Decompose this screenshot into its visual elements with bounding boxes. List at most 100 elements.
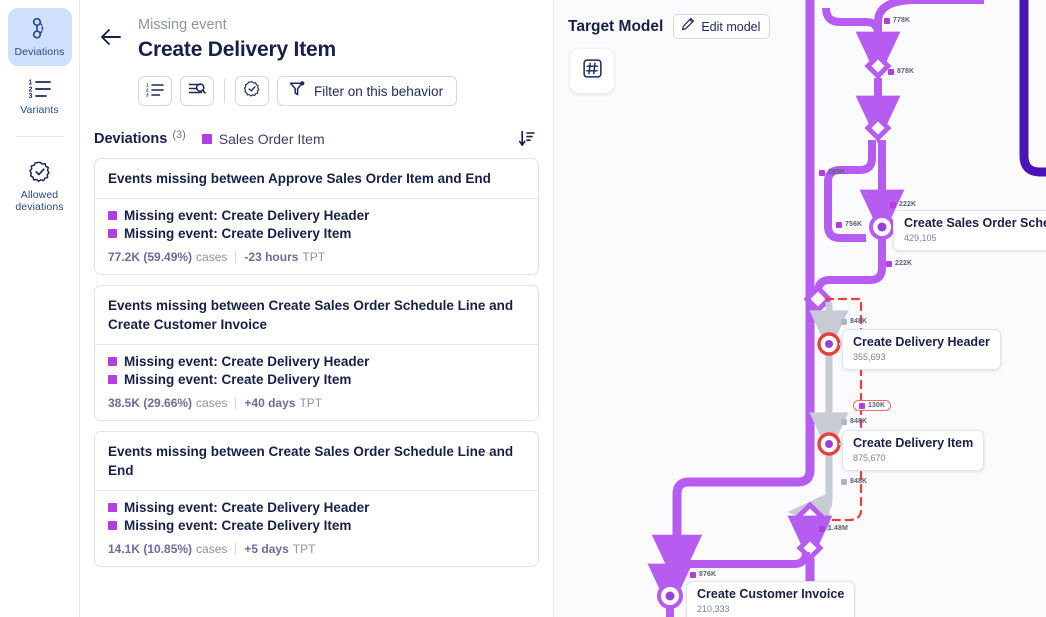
edge-label-text: 778K	[893, 17, 911, 24]
edge-label-swatch	[841, 318, 847, 325]
edge-label-text: 1.48M	[828, 525, 848, 532]
missing-event-swatch	[108, 357, 117, 366]
cases-value: 77.2K (59.49%)	[108, 250, 193, 264]
missing-event-row: Missing event: Create Delivery Header	[108, 208, 525, 223]
missing-event-label: Missing event: Create Delivery Header	[124, 208, 370, 223]
deviation-card[interactable]: Events missing between Approve Sales Ord…	[94, 158, 539, 275]
graph-node-create-sales-order-schedule-line[interactable]: Create Sales Order Schedule Line 429,105	[893, 210, 1046, 251]
missing-event-swatch	[108, 211, 117, 220]
filter-on-behavior-button[interactable]: Filter on this behavior	[277, 76, 458, 106]
edge-label: 756K	[836, 221, 862, 228]
back-button[interactable]	[94, 22, 128, 56]
missing-event-label: Missing event: Create Delivery Item	[124, 372, 352, 387]
edge-label-text: 848K	[850, 478, 868, 485]
ordered-list-icon: 1 2 3	[146, 81, 164, 102]
sidebar-item-allowed-deviations[interactable]: Allowed deviations	[8, 151, 72, 221]
tpt-label: TPT	[302, 250, 326, 264]
edge-label-swatch	[841, 478, 847, 485]
missing-event-row: Missing event: Create Delivery Header	[108, 500, 525, 515]
sidebar-item-deviations[interactable]: Deviations	[7, 8, 72, 66]
missing-event-swatch	[108, 521, 117, 530]
frequency-button[interactable]	[570, 49, 614, 93]
deviations-panel: Missing event Create Delivery Item 1 2 3	[80, 0, 554, 617]
edit-model-button[interactable]: Edit model	[673, 14, 771, 39]
edge-label-text: 876K	[699, 571, 717, 578]
svg-text:3: 3	[146, 92, 149, 97]
allow-deviation-button[interactable]	[235, 76, 269, 106]
edge-label-text: 222K	[895, 260, 913, 267]
filter-button-label: Filter on this behavior	[314, 83, 444, 99]
hash-icon	[582, 59, 602, 83]
edge-label-swatch	[890, 201, 896, 208]
deviations-count: (3)	[172, 129, 186, 141]
edge-label: 878K	[888, 68, 914, 75]
missing-event-row: Missing event: Create Delivery Item	[108, 372, 525, 387]
deviations-list-header: Deviations (3) Sales Order Item	[94, 129, 535, 148]
edge-label: 848K	[841, 318, 867, 325]
graph-node-create-delivery-header[interactable]: Create Delivery Header 355,693	[842, 329, 1001, 370]
sort-descending-icon[interactable]	[519, 130, 535, 148]
cases-label: cases	[196, 542, 228, 556]
missing-event-swatch	[108, 503, 117, 512]
panel-header: Missing event Create Delivery Item 1 2 3	[80, 0, 553, 106]
toolbar-divider	[224, 79, 225, 103]
edge-label: 1.48M	[819, 525, 848, 532]
deviation-card-body: Missing event: Create Delivery Header Mi…	[95, 199, 538, 274]
graph-node-create-delivery-item[interactable]: Create Delivery Item 875,670	[842, 430, 985, 471]
badge-check-icon	[243, 80, 261, 103]
edge-label-text: 848K	[850, 418, 868, 425]
tpt-value: +40 days	[244, 396, 296, 410]
deviation-card[interactable]: Events missing between Create Sales Orde…	[94, 431, 539, 567]
variants-icon: 1 2 3	[28, 77, 52, 99]
deviation-card-body: Missing event: Create Delivery Header Mi…	[95, 491, 538, 566]
stat-divider	[235, 543, 237, 555]
inspect-case-button[interactable]	[180, 76, 214, 106]
app-root: Deviations 1 2 3 Variants Allowed deviat…	[0, 0, 1046, 617]
arrow-left-icon	[100, 28, 122, 51]
stat-divider	[235, 397, 237, 409]
missing-event-row: Missing event: Create Delivery Item	[108, 226, 525, 241]
pencil-icon	[681, 17, 695, 36]
deviation-card[interactable]: Events missing between Create Sales Orde…	[94, 285, 539, 421]
missing-event-label: Missing event: Create Delivery Item	[124, 518, 352, 533]
edge-label: 848K	[841, 418, 867, 425]
sidebar-item-variants[interactable]: 1 2 3 Variants	[8, 68, 72, 124]
edge-label-text: 848K	[850, 318, 868, 325]
target-model-title: Target Model	[568, 17, 664, 35]
edge-label-swatch	[886, 260, 892, 267]
edge-label-swatch	[884, 17, 890, 24]
deviation-card-stats: 38.5K (29.66%) cases +40 days TPT	[108, 396, 525, 410]
page-title: Create Delivery Item	[138, 38, 336, 61]
missing-event-row: Missing event: Create Delivery Header	[108, 354, 525, 369]
graph-node-create-customer-invoice[interactable]: Create Customer Invoice 210,333	[686, 581, 856, 617]
process-graph-canvas[interactable]	[554, 0, 1046, 617]
edge-label-swatch	[836, 221, 842, 228]
case-search-icon	[188, 81, 206, 102]
tpt-label: TPT	[299, 396, 323, 410]
missing-event-label: Missing event: Create Delivery Header	[124, 354, 370, 369]
edge-label: 778K	[884, 17, 910, 24]
edge-label-swatch	[819, 169, 825, 176]
sidebar-item-label: Deviations	[14, 46, 65, 58]
sidebar-item-label: Variants	[20, 104, 59, 116]
edge-label-deviation: 130K	[853, 400, 892, 411]
header-toolbar: 1 2 3 Filter on this behavior	[138, 76, 458, 106]
filter-icon	[289, 80, 305, 102]
tpt-label: TPT	[292, 542, 316, 556]
deviations-icon	[29, 17, 51, 41]
edge-label-text: 222K	[899, 201, 917, 208]
edge-label: 222K	[886, 260, 912, 267]
edge-label-swatch	[859, 402, 865, 409]
ordered-list-button[interactable]: 1 2 3	[138, 76, 172, 106]
edge-label-text: 756K	[845, 221, 863, 228]
tpt-value: -23 hours	[244, 250, 299, 264]
node-value: 429,105	[904, 233, 937, 243]
missing-event-row: Missing event: Create Delivery Item	[108, 518, 525, 533]
legend-label: Sales Order Item	[218, 131, 325, 147]
edge-label-text: 130K	[868, 402, 886, 409]
legend-color-swatch	[201, 134, 212, 144]
edge-label: 222K	[890, 201, 916, 208]
deviation-card-body: Missing event: Create Delivery Header Mi…	[95, 345, 538, 420]
edge-label-text: 878K	[897, 68, 915, 75]
target-model-header: Target Model Edit model	[568, 14, 771, 39]
